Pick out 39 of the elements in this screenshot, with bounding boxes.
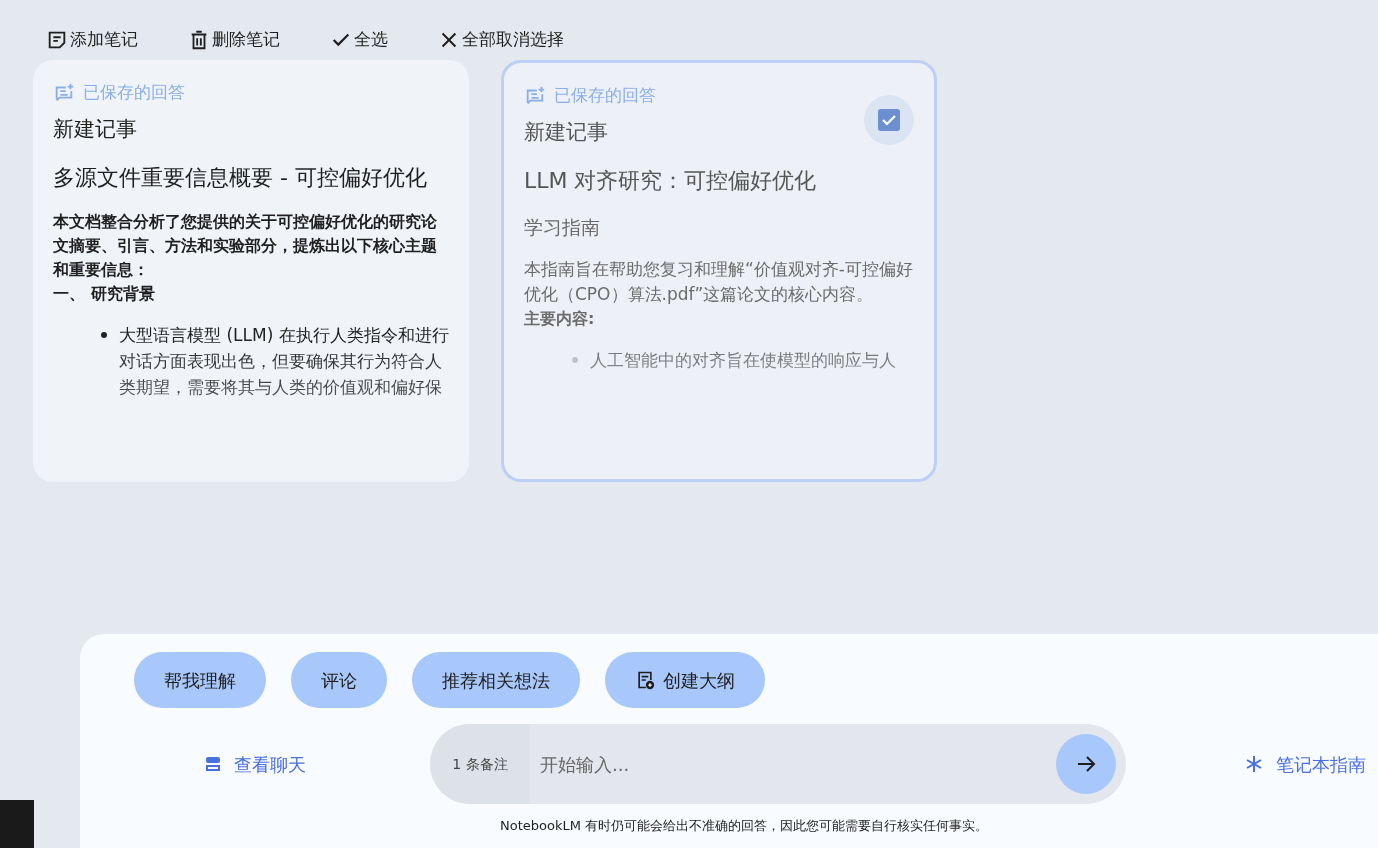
suggestion-chip[interactable]: 创建大纲	[605, 652, 765, 708]
note-text: 人工智能中的对齐旨在使模型的响应与人	[590, 349, 896, 372]
asterisk-icon	[1244, 754, 1264, 774]
note-text: 本文档整合分析了您提供的关于可控偏好优化的研究论文摘要、引言、方法和实验部分，提炼出以下核心主题和重要信息：	[53, 211, 438, 281]
note-heading: 多源文件重要信息概要 - 可控偏好优化	[53, 164, 428, 192]
check-icon	[878, 109, 900, 131]
send-button[interactable]	[1056, 734, 1116, 794]
note-title: 新建记事	[524, 118, 608, 146]
bullet-icon	[101, 332, 107, 338]
note-heading: LLM 对齐研究：可控偏好优化	[524, 167, 818, 195]
message-field[interactable]: 1 条备注 开始输入...	[430, 724, 1126, 804]
note-card[interactable]: 已保存的回答 新建记事 LLM 对齐研究：可控偏好优化 学习指南 本指南旨在帮助您复习和理解“价值观对齐-可控偏好优化（CPO）算法.pdf”这篇论文的核心内容。 主要内容: 人工智能中的对齐旨在使模型的响应与人	[501, 60, 937, 482]
toolbar-button[interactable]: 添加笔记	[46, 27, 138, 53]
note-tag: 已保存的回答	[83, 80, 185, 106]
note-sparkle-icon	[524, 84, 546, 107]
notebook-guide-link[interactable]: 笔记本指南	[1244, 750, 1366, 778]
source-count[interactable]: 1 条备注	[430, 724, 530, 804]
toolbar-button[interactable]: 删除笔记	[188, 27, 280, 53]
toolbar-button[interactable]: 全选	[330, 27, 388, 53]
note-title: 新建记事	[53, 115, 137, 143]
note-sparkle-icon	[53, 81, 75, 104]
chat-icon	[204, 755, 222, 773]
note-text: 本指南旨在帮助您复习和理解“价值观对齐-可控偏好优化（CPO）算法.pdf”这篇论文的核心内容。	[524, 258, 914, 306]
note-tag: 已保存的回答	[554, 83, 656, 109]
checkbox[interactable]	[864, 95, 914, 145]
disclaimer-text: NotebookLM 有时仍可能会给出不准确的回答，因此您可能需要自行核实任何事实。	[499, 817, 990, 835]
bullet-icon	[572, 357, 578, 363]
suggestion-chip[interactable]: 推荐相关想法	[412, 652, 580, 708]
note-card[interactable]: 已保存的回答 新建记事 多源文件重要信息概要 - 可控偏好优化 本文档整合分析了您提供的关于可控偏好优化的研究论文摘要、引言、方法和实验部分，提炼出以下核心主题和重要信息： 一、 研究背景 大型语言模型 (LLM) 在执行人类指令和进行对话方面表现出色，但要确保其行为符合人类期望，需要将其与人类的价值观和偏好保	[33, 60, 469, 482]
note-text: 一、 研究背景	[53, 283, 156, 305]
note-text: 大型语言模型 (LLM) 在执行人类指令和进行对话方面表现出色，但要确保其行为符合人类期望，需要将其与人类的价值观和偏好保	[119, 324, 449, 399]
suggestion-chip[interactable]: 帮我理解	[134, 652, 266, 708]
note-subheading: 学习指南	[524, 215, 601, 240]
suggestion-chip[interactable]: 评论	[291, 652, 387, 708]
document-add-icon	[635, 670, 655, 690]
note-icon	[46, 29, 68, 51]
view-chat-link[interactable]: 查看聊天	[80, 750, 430, 778]
note-text: 主要内容:	[524, 308, 596, 330]
toolbar-button[interactable]: 全部取消选择	[438, 27, 564, 53]
